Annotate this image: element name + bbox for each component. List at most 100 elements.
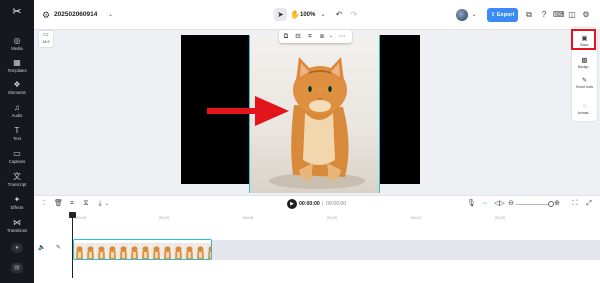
mirror-icon[interactable]: ⧖: [82, 198, 90, 210]
sidebar-item-transcript[interactable]: 文 Transcript: [0, 172, 34, 194]
selection-border-right[interactable]: [379, 35, 380, 193]
highlight-box: [571, 29, 596, 50]
microphone-icon[interactable]: 🎙: [467, 198, 476, 210]
canvas-floating-toolbar: ⧉ ⊟ ⌗ ⧈ ⌄ ⋯: [279, 30, 352, 43]
chevron-down-icon[interactable]: ⌄: [326, 30, 336, 43]
sidebar-item-text[interactable]: T Text: [0, 126, 34, 148]
sidebar-item-templates[interactable]: ▦ Templates: [0, 58, 34, 80]
speaker-icon[interactable]: 🔈: [38, 243, 45, 253]
audio-split-icon[interactable]: ◁▷: [494, 198, 505, 210]
sidebar-item-label: Transitions: [6, 228, 28, 233]
panel-item-smart-tools[interactable]: ✎ Smart tools: [572, 76, 597, 89]
panel-item-label: Animat...: [577, 111, 592, 115]
panel-item-background[interactable]: ▩ Backgr...: [572, 56, 597, 69]
ruler-tick: 00:00: [76, 215, 87, 220]
playback-toolbar: ⌶ 🗑 ⌗ ⧖ ⤓ ⌄ ▶ 00:00:00 | 00:00:00 🎙 ⇔ ◁▷…: [34, 195, 600, 211]
keyboard-icon[interactable]: ▤: [11, 263, 23, 273]
undo-icon[interactable]: ↶: [334, 9, 344, 21]
fullscreen-icon[interactable]: ⤢: [585, 198, 593, 210]
animation-icon: ◌: [582, 103, 587, 110]
panel-item-label: Smart tools: [575, 85, 594, 89]
zoom-in-icon[interactable]: ⊕: [553, 198, 561, 210]
total-time: 00:00:00: [326, 201, 347, 207]
sidebar-item-effects[interactable]: ✦ Effects: [0, 195, 34, 217]
sidebar-item-label: Captions: [8, 159, 26, 164]
text-icon: T: [14, 126, 20, 135]
chevron-down-icon[interactable]: ⌄: [104, 198, 110, 210]
background-icon: ▩: [581, 57, 588, 64]
aspect-ratio-button[interactable]: ▭ 16:9: [38, 30, 54, 48]
ruler-tick: 00:06: [243, 215, 254, 220]
captions-icon: ▭: [13, 149, 21, 158]
avatar[interactable]: [456, 9, 468, 21]
clip-thumbnails: [74, 240, 211, 259]
sidebar-item-label: Transcript: [7, 182, 27, 187]
ruler-tick: 00:12: [411, 215, 422, 220]
split-icon[interactable]: ⌶: [40, 198, 48, 210]
more-icon[interactable]: ⋯: [337, 30, 347, 43]
ruler-tick: 00:03: [159, 215, 170, 220]
zoom-out-icon[interactable]: ⊖: [507, 198, 515, 210]
chevron-down-icon[interactable]: ⌄: [470, 9, 478, 21]
time-separator: |: [322, 201, 324, 207]
zoom-level[interactable]: 100%: [300, 10, 315, 20]
audio-icon: ♫: [14, 103, 20, 112]
sidebar-item-audio[interactable]: ♫ Audio: [0, 103, 34, 125]
transitions-icon: ⋈: [13, 218, 21, 227]
sidebar-item-label: Media: [11, 46, 23, 51]
left-sidebar: ✂ ◎ Media ▦ Templates ❖ Elements ♫ Audio…: [0, 0, 34, 283]
chevron-down-icon[interactable]: ⌄: [108, 10, 113, 20]
playhead[interactable]: [72, 215, 73, 278]
sidebar-item-label: Elements: [8, 90, 26, 95]
ruler-tick: 00:15: [495, 215, 506, 220]
ratio-icon: ▭: [43, 32, 49, 38]
sidebar-item-captions[interactable]: ▭ Captions: [0, 149, 34, 171]
sidebar-item-elements[interactable]: ❖ Elements: [0, 80, 34, 102]
zoom-slider[interactable]: [516, 204, 552, 205]
sidebar-item-label: Effects: [10, 205, 24, 210]
sidebar-item-label: Text: [13, 136, 21, 141]
sidebar-item-label: Audio: [11, 113, 23, 118]
sidebar-item-media[interactable]: ◎ Media: [0, 36, 34, 58]
settings-icon[interactable]: ⚙: [581, 9, 591, 21]
smart-tools-icon: ✎: [581, 77, 588, 84]
share-icon[interactable]: ⧉: [524, 9, 534, 21]
panel-item-label: Backgr...: [577, 65, 592, 69]
delete-icon[interactable]: 🗑: [54, 198, 63, 210]
crop-icon[interactable]: ⌗: [305, 30, 315, 43]
panel-item-animation[interactable]: ◌ Animat...: [572, 102, 597, 115]
effects-icon: ✦: [13, 195, 21, 204]
editor-app: ✂ ◎ Media ▦ Templates ❖ Elements ♫ Audio…: [0, 0, 600, 283]
redo-icon[interactable]: ↷: [349, 9, 359, 21]
project-settings-icon[interactable]: ⚙: [42, 10, 52, 20]
link-icon[interactable]: ⇔: [480, 198, 490, 210]
play-button[interactable]: ▶: [287, 199, 297, 209]
elements-icon: ❖: [13, 80, 21, 89]
select-tool-icon[interactable]: ➤: [274, 8, 287, 21]
aspect-ratio-label: 16:9: [42, 40, 50, 44]
chevron-down-icon[interactable]: ⌄: [319, 9, 327, 21]
media-icon: ◎: [13, 36, 21, 45]
keyboard-shortcuts-icon[interactable]: ⌨: [553, 9, 565, 21]
ruler-tick: 00:09: [327, 215, 338, 220]
video-clip[interactable]: [73, 239, 212, 260]
transcript-icon: 文: [13, 172, 21, 181]
layout-icon[interactable]: ◫: [567, 9, 577, 21]
download-icon[interactable]: ⤓: [96, 198, 104, 210]
help-icon[interactable]: ?: [539, 9, 549, 21]
project-name[interactable]: 202502060914: [54, 10, 97, 20]
split-icon[interactable]: ⊟: [293, 30, 303, 43]
export-label: Export: [496, 12, 515, 18]
edit-icon[interactable]: ✎: [56, 243, 61, 253]
help-icon[interactable]: ●: [11, 243, 23, 253]
hand-tool-icon[interactable]: ✋: [290, 9, 300, 21]
crop-icon[interactable]: ⌗: [68, 198, 76, 210]
export-button[interactable]: ⇪ Export: [487, 8, 518, 22]
red-arrow-annotation: [207, 96, 289, 126]
templates-icon: ▦: [13, 58, 21, 67]
capcut-logo-icon[interactable]: ✂: [10, 6, 24, 18]
playhead-handle[interactable]: [69, 212, 76, 218]
replace-icon[interactable]: ⧉: [281, 30, 291, 43]
sidebar-item-transitions[interactable]: ⋈ Transitions: [0, 218, 34, 240]
fit-icon[interactable]: ⛶: [571, 198, 579, 210]
